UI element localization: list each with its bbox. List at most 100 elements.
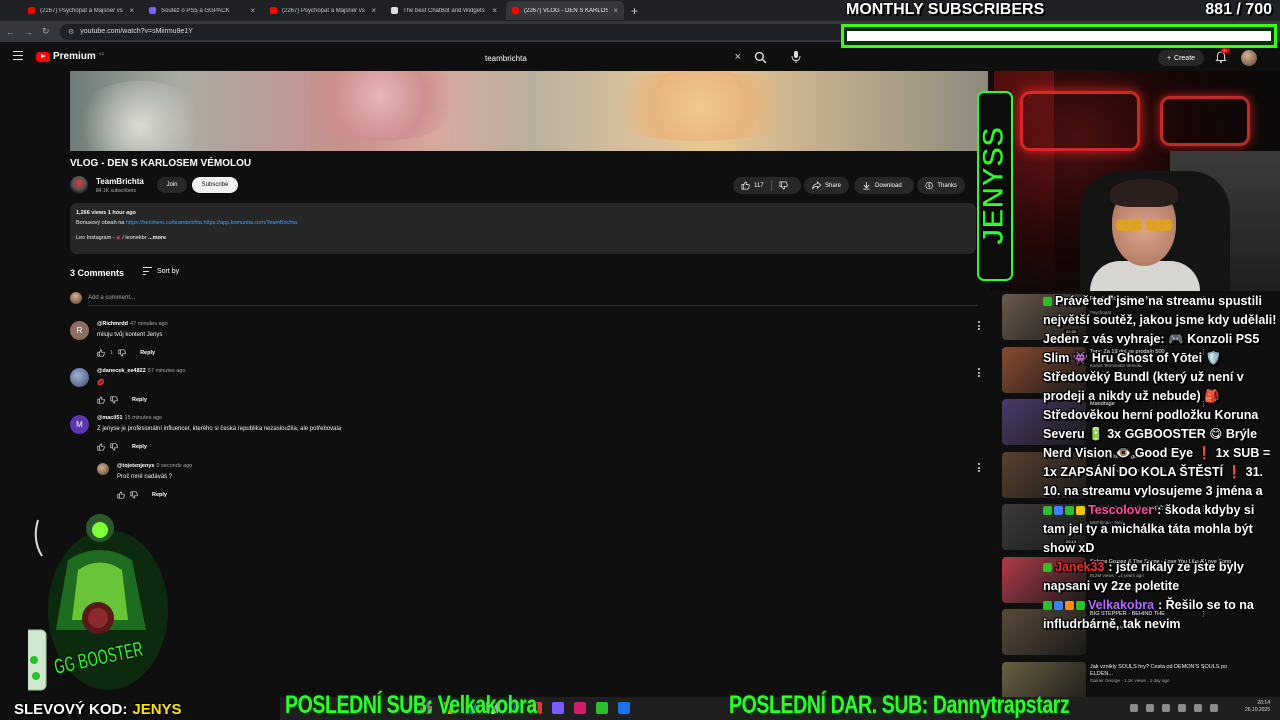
comment-time[interactable]: 0 seconds ago bbox=[156, 463, 192, 469]
back-arrow-icon[interactable]: ← bbox=[6, 27, 15, 37]
clear-search-icon[interactable]: × bbox=[735, 51, 741, 63]
video-description[interactable]: 1,266 views 1 hour ago Bonusový obsah na… bbox=[70, 203, 976, 254]
comment-time[interactable]: 47 minutes ago bbox=[130, 321, 168, 327]
account-avatar[interactable] bbox=[1241, 50, 1257, 66]
reply-button[interactable]: Reply bbox=[152, 492, 167, 498]
thanks-button[interactable]: $ Thanks bbox=[917, 177, 965, 194]
chat-badge-icon bbox=[1043, 297, 1052, 307]
reload-icon[interactable]: ↻ bbox=[42, 26, 50, 37]
comment-more-icon[interactable] bbox=[978, 321, 981, 330]
comment-time[interactable]: 57 minutes ago bbox=[148, 368, 186, 374]
subscribe-button[interactable]: Subscribe bbox=[192, 177, 238, 193]
description-links[interactable]: https://herohero.co/teambrichta https://… bbox=[126, 220, 297, 226]
reply-button[interactable]: Reply bbox=[140, 350, 155, 356]
reply-button[interactable]: Reply bbox=[132, 444, 147, 450]
browser-tab[interactable]: Soutěž o PS5 a GGPACK × bbox=[143, 1, 261, 20]
close-tab-icon[interactable]: × bbox=[250, 6, 255, 15]
divider bbox=[770, 180, 772, 191]
thumbs-up-icon[interactable] bbox=[741, 181, 750, 190]
monthly-subs-label: MONTHLY SUBSCRIBERS bbox=[846, 1, 1045, 18]
comment-dislike-icon[interactable] bbox=[110, 395, 118, 404]
browser-tab-active[interactable]: (2267) VLOG - DEN S KARLOSE × bbox=[506, 1, 624, 20]
comment-like-icon[interactable] bbox=[97, 395, 105, 404]
sort-label: Sort by bbox=[157, 267, 180, 275]
recommended-more-icon[interactable]: ⋮ bbox=[1200, 663, 1207, 671]
comment: @danecek_ee4822 57 minutes ago 💋 Reply bbox=[70, 368, 985, 408]
last-sub-text: POSLEDNÍ SUB: Velkakobra bbox=[285, 690, 537, 719]
comment-author[interactable]: @tojetenjenys bbox=[117, 463, 154, 469]
microphone-icon[interactable] bbox=[790, 50, 802, 64]
download-button[interactable]: Download bbox=[854, 177, 914, 194]
channel-subscribers: 84.1K subscribers bbox=[96, 188, 137, 194]
search-value: teambrichta bbox=[485, 53, 527, 63]
chat-badge-icon bbox=[1076, 506, 1085, 516]
recommended-title[interactable]: Jak vznikly SOULS hry? Cesta od DEMON'S … bbox=[1090, 664, 1240, 678]
comment-author-line: @tojetenjenys 0 seconds ago bbox=[117, 463, 192, 469]
comment-more-icon[interactable] bbox=[978, 368, 981, 377]
new-tab-button[interactable]: + bbox=[631, 4, 638, 18]
add-comment-underline bbox=[88, 305, 978, 306]
taskbar-app-icon[interactable] bbox=[618, 702, 630, 714]
instagram-handle[interactable]: / leonekbr bbox=[122, 235, 146, 241]
thumbs-down-icon[interactable] bbox=[779, 181, 788, 190]
comment-like-icon[interactable] bbox=[97, 442, 105, 451]
browser-tab[interactable]: (2267) Psychopat a Majsner vs × bbox=[264, 1, 382, 20]
clock-time: 20:14 bbox=[1257, 700, 1270, 706]
comment-dislike-icon[interactable] bbox=[110, 442, 118, 451]
show-more-link[interactable]: ...more bbox=[148, 235, 166, 241]
jenyss-vertical-logo: JENYSS bbox=[976, 91, 1013, 281]
search-input[interactable]: teambrichta × bbox=[478, 49, 750, 67]
forward-arrow-icon[interactable]: → bbox=[24, 27, 33, 37]
view-count-and-date: 1,266 views 1 hour ago bbox=[76, 210, 136, 216]
youtube-play-icon bbox=[36, 51, 50, 62]
like-count[interactable]: 117 bbox=[754, 183, 764, 189]
video-frame-detail bbox=[290, 71, 470, 141]
browser-tab[interactable]: The best ChatBot and Widgets × bbox=[385, 1, 503, 20]
comment-author[interactable]: @Richmrdd bbox=[97, 321, 128, 327]
comment-author[interactable]: @macil51 bbox=[97, 415, 123, 421]
commenter-avatar[interactable]: R bbox=[70, 321, 89, 340]
browser-tab[interactable]: (2267) Psychopat a Majsner vs × bbox=[22, 1, 140, 20]
channel-avatar[interactable] bbox=[70, 176, 88, 194]
svg-text:$: $ bbox=[928, 183, 931, 189]
chat-username: Velkakobra bbox=[1088, 598, 1155, 612]
menu-icon[interactable] bbox=[13, 51, 23, 60]
url-field[interactable]: ⚙ youtube.com/watch?v=sMiirmu8e1Y bbox=[60, 23, 890, 40]
gg-booster-mascot-image: GG BOOSTER bbox=[28, 514, 168, 691]
add-comment-input[interactable]: Add a comment... bbox=[88, 295, 135, 301]
channel-name[interactable]: TeamBrichta bbox=[96, 177, 144, 186]
share-button[interactable]: Share bbox=[804, 177, 849, 194]
join-button[interactable]: Join bbox=[157, 177, 187, 193]
comment-text: miluju tvůj kontent Jenys bbox=[97, 332, 163, 338]
chat-username: Janek33 bbox=[1055, 560, 1105, 574]
youtube-premium-logo[interactable]: Premium CZ bbox=[36, 51, 104, 62]
comment-like-icon[interactable] bbox=[97, 348, 105, 357]
comment-time[interactable]: 15 minutes ago bbox=[125, 415, 163, 421]
reply-button[interactable]: Reply bbox=[132, 397, 147, 403]
commenter-avatar[interactable]: M bbox=[70, 415, 89, 434]
comment-more-icon[interactable] bbox=[978, 463, 981, 472]
comment-dislike-icon[interactable] bbox=[130, 490, 138, 499]
tab-title: (2267) Psychopat a Majsner vs bbox=[40, 7, 123, 14]
search-icon[interactable] bbox=[754, 51, 767, 64]
close-tab-icon[interactable]: × bbox=[371, 6, 376, 15]
last-gift-sub-text: POSLEDNÍ DAR. SUB: Dannytrapstarz bbox=[729, 690, 1070, 719]
comment-reply: @tojetenjenys 0 seconds ago Proč mně nadá… bbox=[97, 463, 985, 503]
comment-author[interactable]: @danecek_ee4822 bbox=[97, 368, 146, 374]
system-tray-icon[interactable] bbox=[1178, 704, 1186, 712]
close-tab-icon[interactable]: × bbox=[613, 6, 618, 15]
commenter-avatar[interactable] bbox=[70, 368, 89, 387]
close-tab-icon[interactable]: × bbox=[492, 6, 497, 15]
system-tray-icon[interactable] bbox=[1194, 704, 1202, 712]
video-player[interactable] bbox=[70, 71, 988, 151]
commenter-avatar[interactable] bbox=[97, 463, 109, 475]
site-info-icon[interactable]: ⚙ bbox=[68, 28, 74, 36]
system-clock[interactable]: 20:14 26.10.2025 bbox=[1245, 700, 1270, 714]
comment-like-count: 1 bbox=[110, 349, 114, 356]
comment-dislike-icon[interactable] bbox=[118, 348, 126, 357]
sort-by-button[interactable]: Sort by bbox=[143, 267, 179, 275]
create-button[interactable]: + Create bbox=[1158, 50, 1204, 66]
close-tab-icon[interactable]: × bbox=[129, 6, 134, 15]
comment-like-icon[interactable] bbox=[117, 490, 125, 499]
system-tray-icon[interactable] bbox=[1210, 704, 1218, 712]
